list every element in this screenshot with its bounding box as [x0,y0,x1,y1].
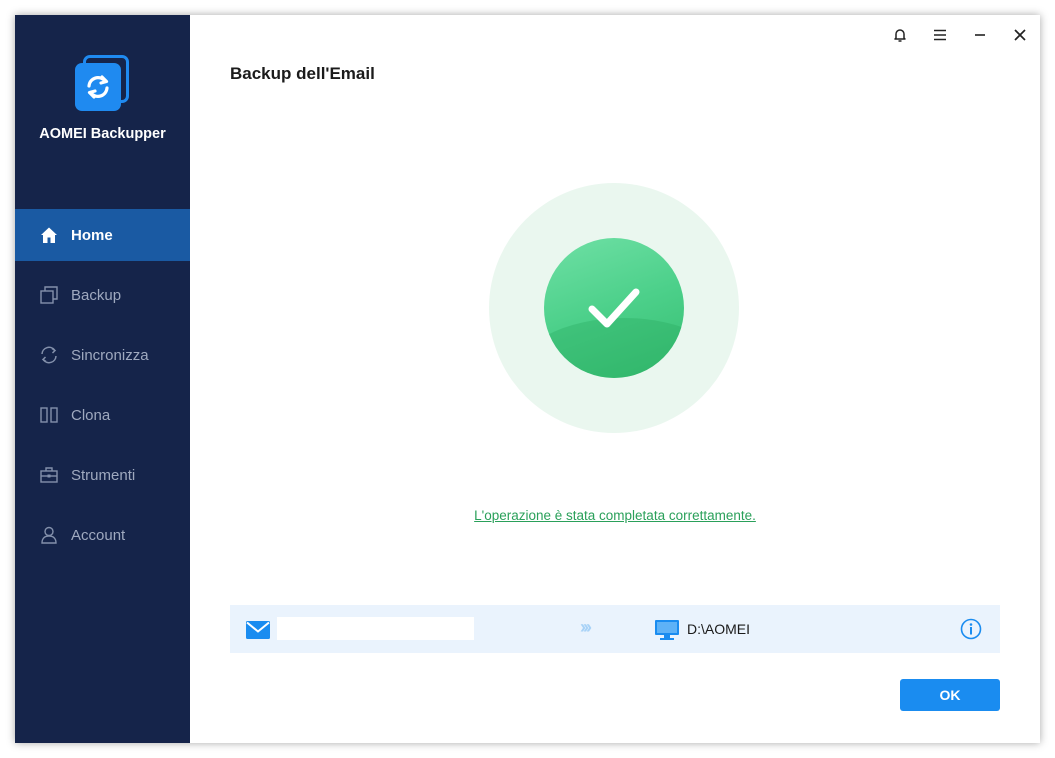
main-panel: Backup dell'Email L'operazione è stata c… [190,15,1040,743]
logo: AOMEI Backupper [15,53,190,142]
user-icon [38,524,60,546]
sidebar-item-label: Backup [71,286,122,304]
app-name: AOMEI Backupper [39,126,166,142]
result-message-link[interactable]: L'operazione è stata completata corretta… [190,508,1040,523]
sidebar-item-clona[interactable]: Clona [15,389,190,441]
sidebar: AOMEI Backupper Home Backup Sincronizza [15,15,190,743]
bell-icon[interactable] [880,15,920,55]
minimize-icon[interactable] [960,15,1000,55]
sidebar-item-label: Clona [71,406,111,424]
sidebar-item-label: Account [71,526,126,544]
sidebar-item-label: Sincronizza [71,346,149,364]
sync-arrows-icon [73,53,133,113]
sidebar-item-label: Home [71,226,113,244]
sidebar-item-account[interactable]: Account [15,509,190,561]
home-icon [38,224,60,246]
sidebar-item-label: Strumenti [71,466,136,484]
copy-icon [38,284,60,306]
sidebar-item-strumenti[interactable]: Strumenti [15,449,190,501]
sync-icon [38,344,60,366]
check-circle-icon [489,183,739,433]
ok-button[interactable]: OK [900,679,1000,711]
app-window: AOMEI Backupper Home Backup Sincronizza [15,15,1040,743]
info-icon[interactable] [960,618,982,645]
sidebar-item-sincronizza[interactable]: Sincronizza [15,329,190,381]
toolbox-icon [38,464,60,486]
sidebar-item-backup[interactable]: Backup [15,269,190,321]
sidebar-nav: Home Backup Sincronizza Clona Strumenti … [15,209,190,569]
sidebar-item-home[interactable]: Home [15,209,190,261]
mail-icon [246,621,270,644]
monitor-icon [655,620,679,645]
clone-icon [38,404,60,426]
page-title: Backup dell'Email [230,64,375,83]
destination-path: D:\AOMEI [687,621,751,637]
close-icon[interactable] [1000,15,1040,55]
titlebar-buttons [880,15,1040,55]
source-field [277,617,474,640]
arrow-right-icon: ››› [580,617,592,637]
backup-route-bar: ››› D:\AOMEI [230,605,1000,653]
menu-icon[interactable] [920,15,960,55]
